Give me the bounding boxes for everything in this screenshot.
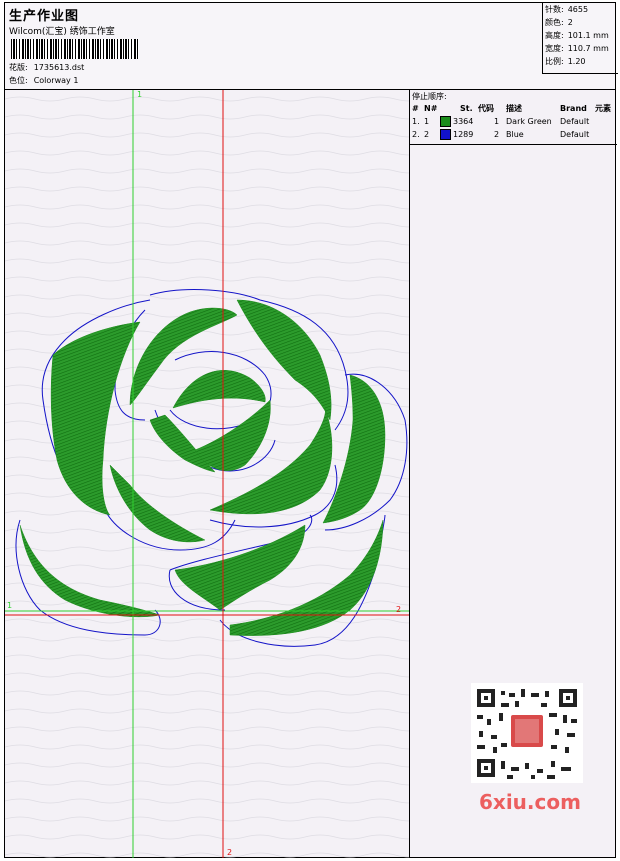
embroidery-preview-canvas[interactable]: 1 1 2 2 bbox=[5, 90, 410, 858]
ratio-row: 比例: 1.20 bbox=[543, 55, 618, 68]
row-num: 2. bbox=[412, 130, 420, 139]
red-axis-bottom-label: 2 bbox=[227, 848, 233, 857]
height-row: 高度: 101.1 mm bbox=[543, 29, 618, 42]
table-row[interactable]: 2. 2 1289 2 Blue Default bbox=[410, 128, 617, 141]
colors-row: 颜色: 2 bbox=[543, 16, 618, 29]
stop-sequence-table: # N# St. 代码 描述 Brand 元素 1. 1 3364 1 Dark… bbox=[410, 102, 617, 141]
green-axis-left-label: 1 bbox=[7, 601, 13, 610]
row-desc: Blue bbox=[506, 130, 524, 139]
design-value: 1735613.dst bbox=[33, 63, 85, 72]
table-header-row: # N# St. 代码 描述 Brand 元素 bbox=[410, 102, 617, 115]
watermark-text: 6xiu.com bbox=[479, 790, 581, 814]
colors-label: 颜色: bbox=[545, 18, 564, 27]
col-header-code: 代码 bbox=[478, 104, 494, 113]
col-header-brand: Brand bbox=[560, 104, 587, 113]
row-n: 1 bbox=[424, 117, 430, 126]
row-brand: Default bbox=[560, 117, 590, 126]
col-header-element: 元素 bbox=[595, 104, 611, 113]
barcode-icon bbox=[11, 39, 139, 59]
ratio-label: 比例: bbox=[545, 57, 564, 66]
green-axis-top-label: 1 bbox=[137, 90, 143, 99]
stitches-row: 针数: 4655 bbox=[543, 3, 618, 16]
design-row: 花版: 1735613.dst bbox=[9, 62, 84, 73]
panel-divider bbox=[410, 144, 617, 145]
row-code: 2 bbox=[494, 130, 500, 139]
colorway-value: Colorway 1 bbox=[33, 76, 79, 85]
stitches-label: 针数: bbox=[545, 5, 564, 14]
color-swatch-icon bbox=[440, 129, 451, 140]
studio-name: Wilcom(汇宝) 绣饰工作室 bbox=[9, 27, 115, 37]
page-title: 生产作业图 bbox=[9, 9, 80, 24]
row-brand: Default bbox=[560, 130, 590, 139]
header: 生产作业图 Wilcom(汇宝) 绣饰工作室 花版: 1735613.dst 色位… bbox=[5, 3, 618, 90]
width-label: 宽度: bbox=[545, 44, 564, 53]
qr-code-icon bbox=[471, 683, 583, 783]
height-value: 101.1 mm bbox=[567, 31, 609, 40]
row-n: 2 bbox=[424, 130, 430, 139]
width-value: 110.7 mm bbox=[567, 44, 609, 53]
rose-design-svg bbox=[5, 90, 409, 858]
production-worksheet: 生产作业图 Wilcom(汇宝) 绣饰工作室 花版: 1735613.dst 色位… bbox=[4, 2, 618, 858]
row-desc: Dark Green bbox=[506, 117, 552, 126]
stop-sequence-title: 停止顺序: bbox=[412, 92, 447, 101]
width-row: 宽度: 110.7 mm bbox=[543, 42, 618, 55]
design-info-panel: 针数: 4655 颜色: 2 高度: 101.1 mm 宽度: 110.7 mm 比例:… bbox=[542, 3, 618, 74]
col-header-n: N# bbox=[424, 104, 438, 113]
row-st: 3364 bbox=[453, 117, 474, 126]
red-axis-right-label: 2 bbox=[396, 605, 402, 614]
height-label: 高度: bbox=[545, 31, 564, 40]
row-st: 1289 bbox=[453, 130, 474, 139]
col-header-num: # bbox=[412, 104, 419, 113]
colorway-label: 色位: bbox=[9, 76, 28, 85]
col-header-desc: 描述 bbox=[506, 104, 522, 113]
table-row[interactable]: 1. 1 3364 1 Dark Green Default bbox=[410, 115, 617, 128]
color-swatch-icon bbox=[440, 116, 451, 127]
colors-value: 2 bbox=[567, 18, 573, 27]
col-header-st: St. bbox=[460, 104, 473, 113]
row-num: 1. bbox=[412, 117, 420, 126]
ratio-value: 1.20 bbox=[567, 57, 586, 66]
stitches-value: 4655 bbox=[567, 5, 589, 14]
row-code: 1 bbox=[494, 117, 500, 126]
colorway-row: 色位: Colorway 1 bbox=[9, 75, 78, 86]
design-label: 花版: bbox=[9, 63, 28, 72]
